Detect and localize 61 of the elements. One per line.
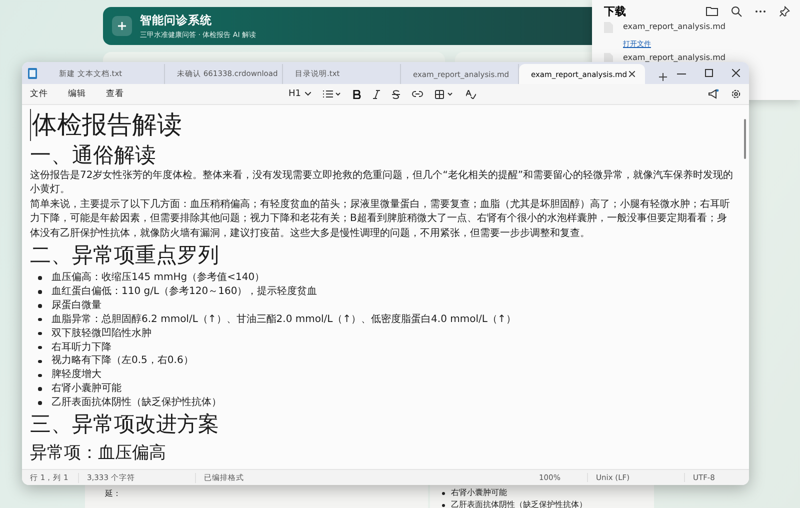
section-heading: 二、异常项重点罗列 (30, 242, 220, 270)
add-button[interactable] (112, 16, 132, 36)
close-tab-icon[interactable] (629, 71, 635, 77)
pin-icon[interactable] (779, 6, 790, 16)
bullet-icon (38, 346, 42, 350)
bullet-icon (442, 492, 445, 494)
list-item: 双下肢轻微凹陷性水肿 (52, 326, 152, 341)
strikethrough-icon[interactable] (392, 90, 400, 98)
list-item: 乙肝表面抗体阴性（缺乏保护性抗体） (451, 499, 587, 508)
panel-title: 下载 (604, 4, 627, 18)
italic-icon[interactable] (373, 90, 380, 98)
bullet-icon (38, 318, 42, 322)
bullet-icon (38, 304, 42, 308)
close-icon[interactable] (732, 68, 740, 76)
new-tab-icon[interactable] (659, 73, 667, 81)
list-item: 视力略有下降（左0.5，右0.6） (52, 354, 194, 368)
paragraph: 简单来说，主要提示了以下几方面：血压稍稍偏高；有轻度贫血的苗头；尿液里微量蛋白，需要复查；血脂（尤其是坏胆固醇）高了；小腿有轻微水肿；右耳听力下降，可能是年龄因素，但需要排除其他问题；视力下降和老花有关；B超看到脾脏稍微大了一点、右肾有个很小的水泡样囊肿，一般没事但要定期看看；身体没有乙肝保护性抗体，就像防火墙有漏洞，建议打疫苗。这些大多是慢性调理的问题，不用紧张，但需要一步步调整和复查。 (30, 198, 731, 241)
settings-icon[interactable] (731, 89, 741, 99)
plus-icon (117, 21, 127, 31)
bullet-icon (38, 374, 42, 378)
table-icon[interactable] (435, 90, 454, 98)
more-icon[interactable] (755, 10, 766, 12)
bullet-icon (38, 332, 42, 336)
file-name: exam_report_analysis.md (623, 22, 726, 31)
folder-icon[interactable] (706, 6, 718, 16)
list-item: 乙肝表面抗体阴性（缺乏保护性抗体） (52, 396, 222, 410)
bullet-icon (442, 504, 445, 506)
menu-item[interactable]: 编辑 (68, 88, 86, 100)
spellcheck-icon[interactable] (466, 90, 476, 98)
bold-icon[interactable] (353, 90, 361, 98)
list-item: 血红蛋白偏低：110 g/L（参考120～160），提示轻度贫血 (52, 284, 318, 299)
card-text: 延： (105, 488, 121, 499)
bullet-icon (38, 360, 42, 364)
subsection-heading: 异常项：血压偏高 (30, 442, 167, 466)
menu-item[interactable]: 文件 (30, 88, 48, 100)
list-item: 脾轻度增大 (52, 368, 102, 382)
search-icon[interactable] (731, 6, 742, 16)
bullet-icon (38, 387, 42, 391)
list-item: 右肾小囊肿可能 (451, 487, 507, 499)
list-item: 血压偏高：收缩压145 mmHg（参考值<140） (52, 271, 265, 285)
notepad-icon (28, 68, 37, 78)
link-icon[interactable] (412, 91, 423, 97)
app-title: 智能问诊系统 (140, 12, 213, 28)
section-heading: 三、异常项改进方案 (30, 411, 220, 438)
bullet-icon (38, 290, 42, 294)
maximize-icon[interactable] (705, 68, 713, 76)
list-icon[interactable] (323, 90, 341, 98)
chevron-icon[interactable] (305, 92, 311, 96)
paragraph: 这份报告是72岁女性张芳的年度体检。整体来看，没有发现需要立即抢救的危重问题，但几个“老化相关的提醒”和需要留心的轻微异常，就像汽车保养时发现的小黄灯。 (30, 169, 734, 198)
bullet-icon (38, 401, 42, 405)
megaphone-icon[interactable] (708, 89, 719, 99)
document-title: 体检报告解读 (30, 109, 735, 141)
bullet-icon (38, 276, 42, 280)
list-item: 尿蛋白微量 (52, 298, 102, 313)
list-item: 右耳听力下降 (52, 340, 112, 354)
section-heading: 一、通俗解读 (30, 142, 157, 169)
list-item: 血脂异常：总胆固醇6.2 mmol/L（↑）、甘油三酯2.0 mmol/L（↑）、低密度脂蛋白4.0 mmol/L（↑） (52, 312, 516, 327)
list-item: 右肾小囊肿可能 (52, 382, 122, 396)
file-name: exam_report_analysis.md (623, 53, 726, 62)
menu-item[interactable]: 查看 (106, 88, 124, 100)
heading-dropdown[interactable]: H1 (288, 89, 301, 99)
